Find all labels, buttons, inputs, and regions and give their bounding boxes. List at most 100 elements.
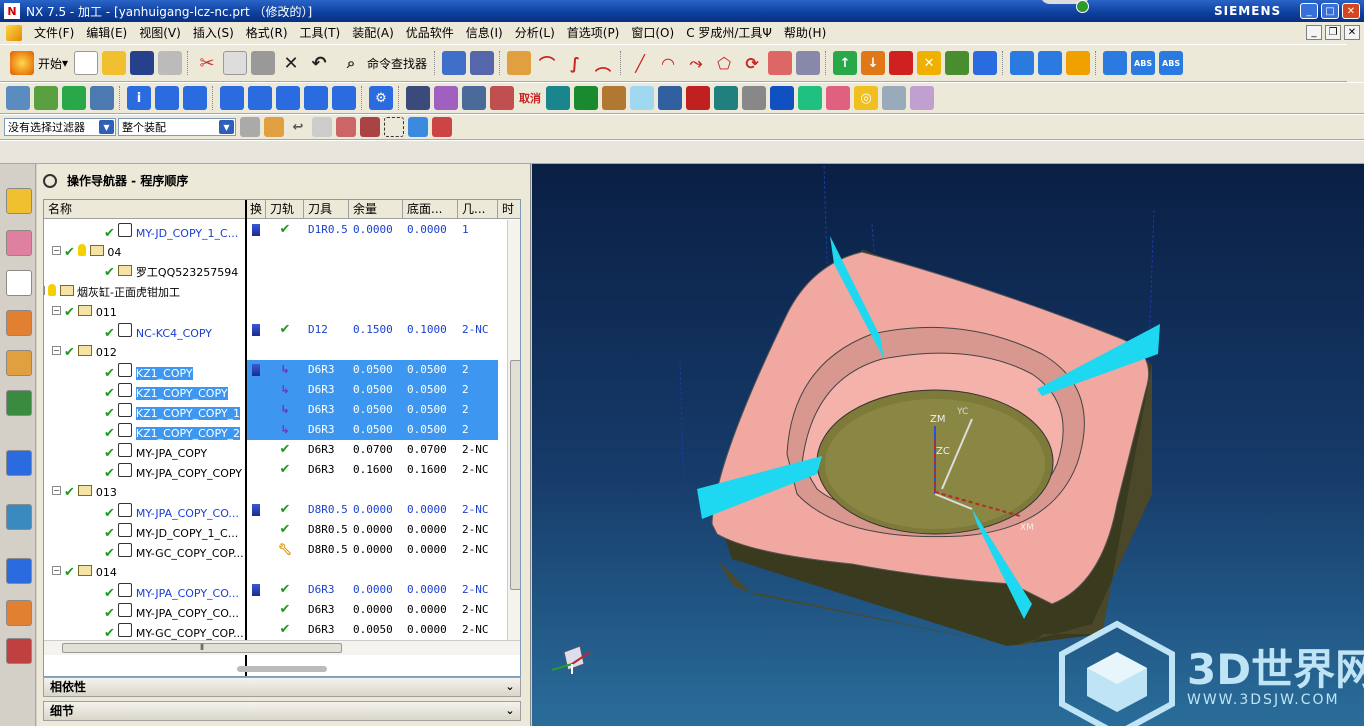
assembly-navigator-icon[interactable] [6,188,32,214]
tool-holder-icon[interactable] [882,86,906,110]
system-materials-icon[interactable] [6,638,32,664]
maximize-button[interactable]: □ [1321,3,1339,19]
menu-edit[interactable]: 编辑(E) [80,22,133,44]
figure-icon[interactable] [742,86,766,110]
green-block-icon[interactable] [62,86,86,110]
selection-filter-dropdown[interactable]: 没有选择过滤器 ▼ [4,118,116,136]
teal-cube-icon[interactable] [798,86,822,110]
table-row[interactable]: − ✔ 011 [44,300,506,320]
menu-format[interactable]: 格式(R) [240,22,294,44]
app-menu-icon[interactable] [6,25,22,41]
slash-icon[interactable] [1038,51,1063,75]
drill-icon[interactable] [90,86,114,110]
line-icon[interactable]: ╱ [628,51,652,75]
col-change[interactable]: 换 [246,200,266,218]
surface-icon[interactable] [768,51,793,75]
roles-icon[interactable] [6,600,32,626]
arc-tool-icon[interactable]: ◠ [656,51,680,75]
scope-dropdown[interactable]: 整个装配 ▼ [118,118,236,136]
arrow-icon[interactable]: ↩ [288,117,308,137]
snap-point-icon[interactable] [264,117,284,137]
arc-icon[interactable]: ︵ [591,51,615,75]
chevron-down-icon[interactable]: ▼ [99,120,114,134]
offset-icon[interactable]: ⟳ [740,51,764,75]
table-row[interactable]: − ✔ 013 [44,480,506,500]
save-icon[interactable] [130,51,155,75]
generate-icon[interactable] [220,86,244,110]
table-row[interactable]: ✔ NC-KC4_COPY ✔ D12 0.1500 0.1000 2-NC [44,320,506,340]
pig-icon[interactable] [826,86,850,110]
menu-custom-tools[interactable]: C 罗成州/工具Ψ [680,22,778,44]
cylinder-icon[interactable] [1066,51,1091,75]
table-row[interactable]: ✔ MY-JPA_COPY_CO... ✔ D8R0.5 0.0000 0.0000 2-… [44,500,506,520]
table-row[interactable]: ✔ MY-JD_COPY_1_C... ✔ D1R0.5 0.0000 0.0000 1 [44,220,506,240]
pin-icon[interactable] [43,173,57,188]
cross-icon[interactable]: ✕ [917,51,942,75]
cut-icon[interactable]: ✂ [195,51,219,75]
start-button[interactable]: 开始 ▾ [8,51,68,75]
operation-navigator-icon[interactable] [6,270,32,296]
slope-icon[interactable] [714,86,738,110]
collapse-icon[interactable]: − [52,306,61,315]
doc-close-button[interactable]: ✕ [1344,25,1360,40]
mill-icon[interactable] [6,86,30,110]
settings-gear-icon[interactable]: ⚙ [369,86,393,110]
simulate-icon[interactable] [276,86,300,110]
collapse-icon[interactable]: − [52,486,61,495]
new-file-icon[interactable] [74,51,99,75]
undo-icon[interactable]: ↶ [307,51,331,75]
collapse-icon[interactable]: − [52,346,61,355]
edit-shape-icon[interactable] [973,51,998,75]
layer-icon[interactable] [406,86,430,110]
col-stock[interactable]: 余量 [349,200,403,218]
internet-explorer-icon[interactable] [6,450,32,476]
panel-icon[interactable] [1010,51,1035,75]
table-row[interactable]: ✔ MY-JPA_COPY_CO... ✔ D6R3 0.0000 0.0000 2-NC [44,580,506,600]
menu-help[interactable]: 帮助(H) [778,22,832,44]
menu-tools[interactable]: 工具(T) [294,22,347,44]
print-icon[interactable] [158,51,183,75]
table-row[interactable]: − 烟灰缸-正面虎钳加工 [44,280,506,300]
view-cube-icon[interactable] [408,117,428,137]
table-row[interactable]: ✔ KZ1_COPY ↳ D6R3 0.0500 0.0500 2 [44,360,506,380]
table-row[interactable]: − ✔ 012 [44,340,506,360]
menu-plugin[interactable]: 优品软件 [400,22,460,44]
plane-icon[interactable] [462,86,486,110]
table-icon[interactable] [490,86,514,110]
col-name[interactable]: 名称 [44,200,246,218]
shop-doc-icon[interactable] [332,86,356,110]
web-browser-icon[interactable] [6,504,32,530]
col-floor[interactable]: 底面... [403,200,458,218]
menu-assembly[interactable]: 装配(A) [346,22,400,44]
filter-icon[interactable] [240,117,260,137]
col-tool[interactable]: 刀具 [304,200,349,218]
menu-view[interactable]: 视图(V) [133,22,187,44]
post-icon[interactable] [304,86,328,110]
table-row[interactable]: ✔ MY-GC_COPY_COP... ✔ D6R3 0.0050 0.0000 2-NC [44,620,506,640]
doc-minimize-button[interactable]: _ [1306,25,1322,40]
paste-icon[interactable] [251,51,276,75]
menu-file[interactable]: 文件(F) [28,22,80,44]
move-up-icon[interactable]: ↑ [833,51,858,75]
col-time[interactable]: 时 [498,200,520,218]
menu-preferences[interactable]: 首选项(P) [561,22,626,44]
pin-icon[interactable] [432,117,452,137]
abs-copy-icon[interactable]: ABS [1159,51,1184,75]
chevron-down-icon[interactable]: ▼ [219,120,234,134]
part-navigator-icon[interactable] [6,310,32,336]
table-row[interactable]: ✔ KZ1_COPY_COPY ↳ D6R3 0.0500 0.0500 2 [44,380,506,400]
abs-icon[interactable]: ABS [1131,51,1156,75]
col-geometry[interactable]: 几... [458,200,498,218]
open-folder-icon[interactable] [102,51,127,75]
tool-icon[interactable] [183,86,207,110]
target-icon[interactable]: ◎ [854,86,878,110]
table-row[interactable]: ✔ MY-JD_COPY_1_C... ✔ D8R0.5 0.0000 0.0000 2-… [44,520,506,540]
minimize-button[interactable]: _ [1300,3,1318,19]
table-row[interactable]: ✔ MY-JPA_COPY_COPY ✔ D6R3 0.1600 0.1600 2-NC [44,460,506,480]
shape-icon[interactable] [945,51,970,75]
collapse-icon[interactable]: − [52,246,61,255]
move-down-icon[interactable]: ↓ [861,51,886,75]
view-icon[interactable] [796,51,821,75]
horizontal-scrollbar[interactable]: ⦀ [44,640,520,655]
box-select-icon[interactable] [312,117,332,137]
